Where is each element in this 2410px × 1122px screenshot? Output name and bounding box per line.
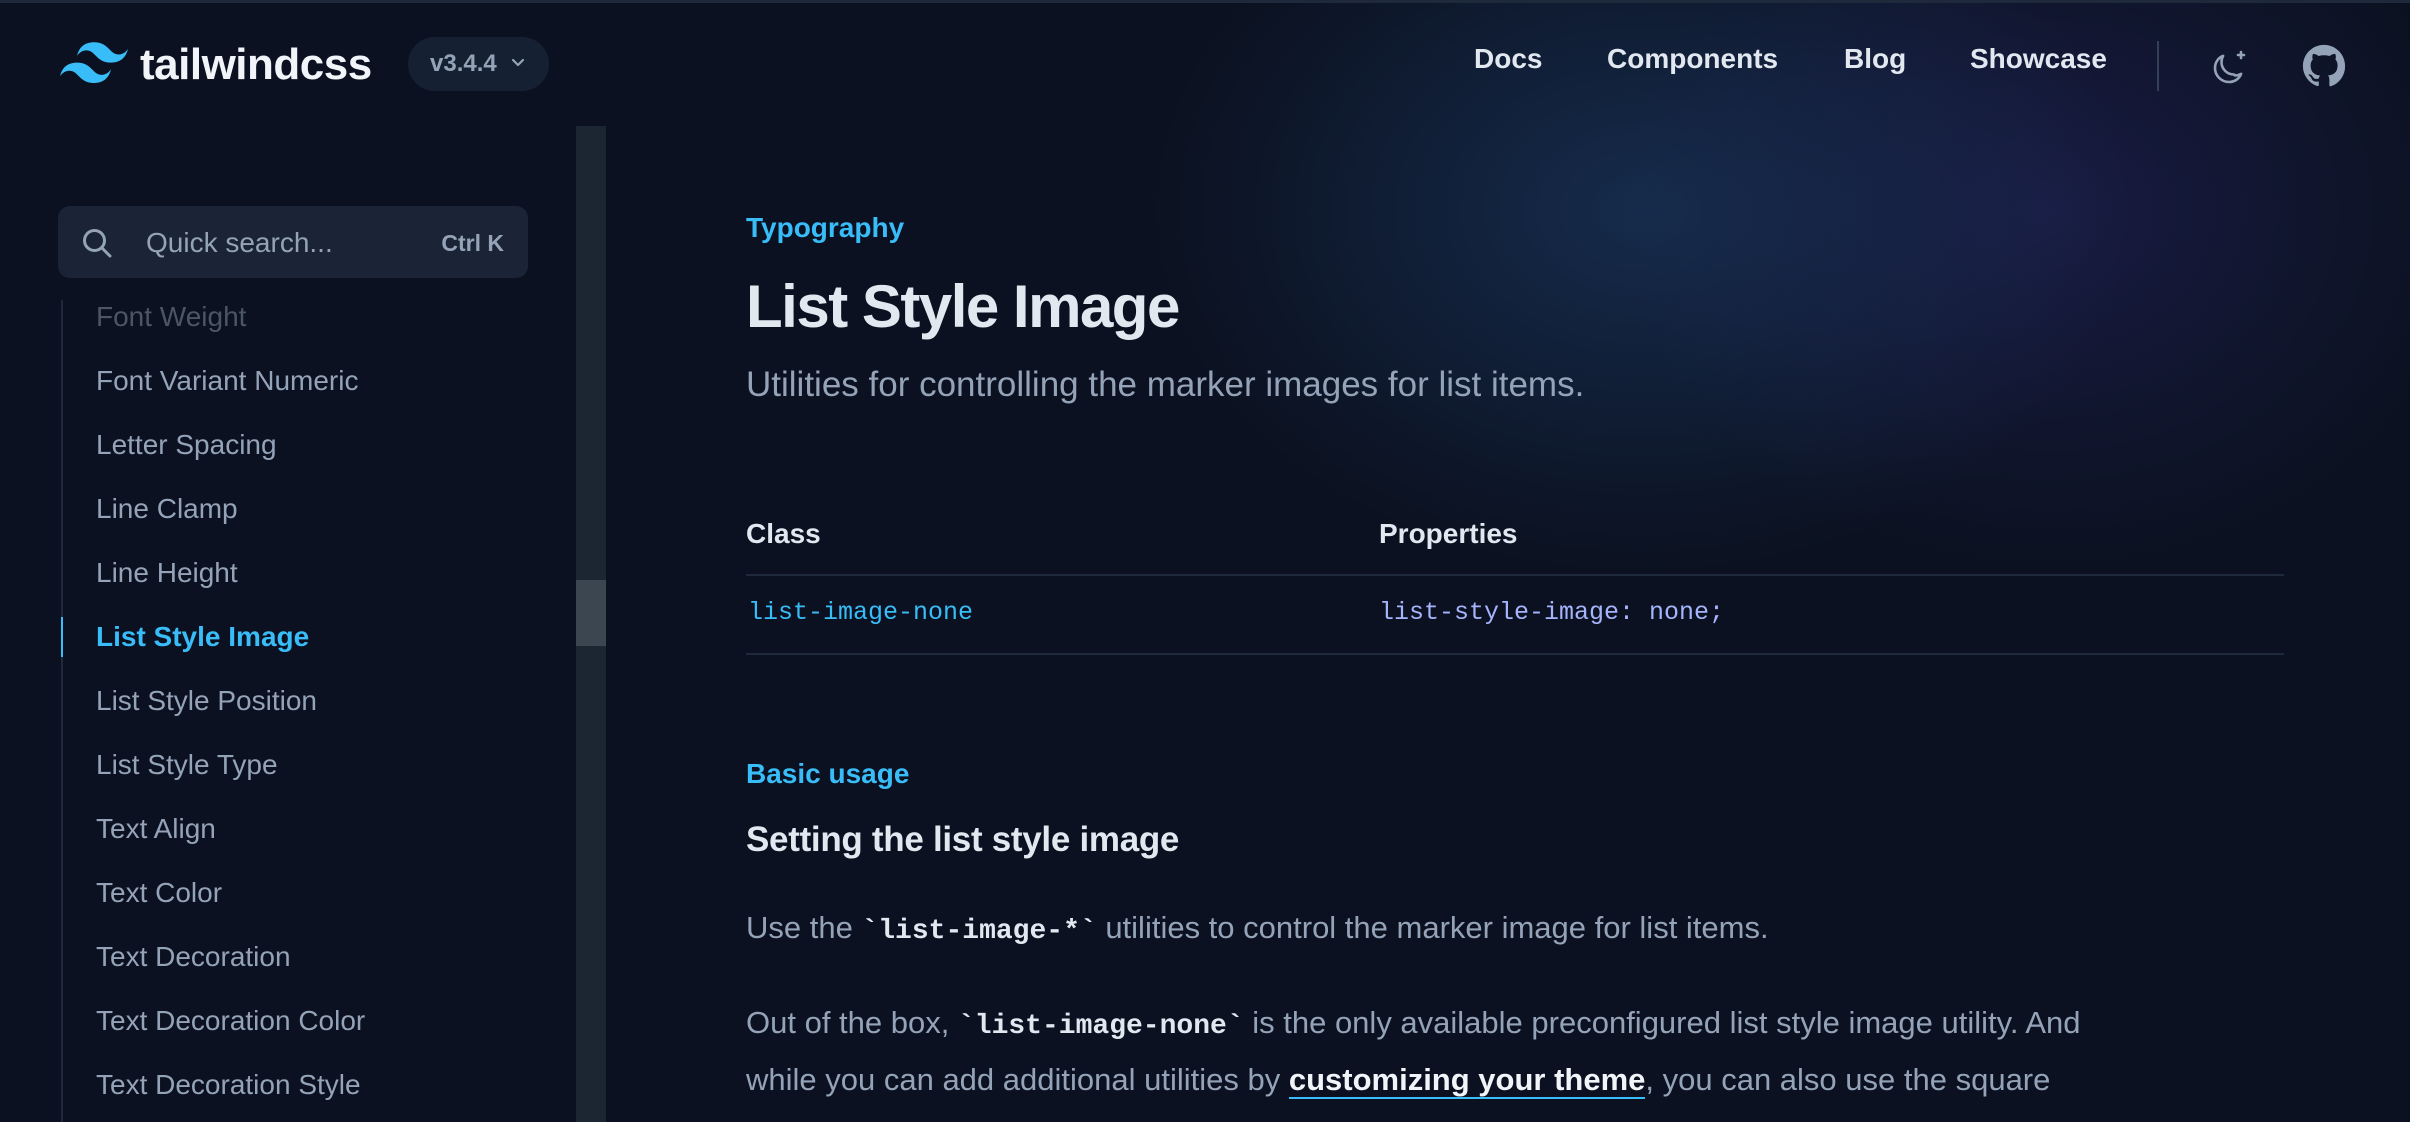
nav-docs[interactable]: Docs [1474, 43, 1542, 75]
sidebar-item-font-weight[interactable]: Font Weight [96, 297, 246, 337]
sidebar-item-list-style-position[interactable]: List Style Position [96, 681, 317, 721]
search-shortcut: Ctrl K [441, 230, 504, 256]
sidebar-active-marker [61, 617, 63, 657]
page-eyebrow: Typography [746, 212, 905, 243]
paragraph-intro-line-2: while you can add additional utilities b… [746, 1062, 2051, 1099]
table-header-class: Class [746, 518, 821, 549]
nav-components[interactable]: Components [1607, 43, 1778, 75]
table-header-divider [746, 574, 2284, 576]
github-icon[interactable] [2302, 44, 2346, 88]
inline-code: `list-image-*` [861, 916, 1097, 947]
sidebar-item-line-height[interactable]: Line Height [96, 553, 238, 593]
sidebar-item-text-color[interactable]: Text Color [96, 873, 222, 913]
nav-showcase[interactable]: Showcase [1970, 43, 2107, 75]
paragraph-text: Use the [746, 910, 862, 945]
search-placeholder: Quick search... [146, 227, 333, 258]
sidebar-item-text-decoration-color[interactable]: Text Decoration Color [96, 1001, 365, 1041]
sidebar-rail [61, 300, 63, 1122]
page-subtitle: Utilities for controlling the marker ima… [746, 365, 1585, 404]
logo-text: tailwindcss [140, 40, 372, 89]
logo-link[interactable]: tailwindcss [60, 35, 372, 95]
nav-divider [2157, 41, 2159, 91]
chevron-down-icon [509, 50, 527, 78]
customizing-theme-link[interactable]: customizing your theme [1288, 1062, 1646, 1099]
inline-code: `list-image-none` [957, 1011, 1244, 1042]
paragraph-usage: Use the `list-image-*` utilities to cont… [746, 910, 1769, 947]
sidebar-item-font-variant-numeric[interactable]: Font Variant Numeric [96, 361, 358, 401]
paragraph-text: utilities to control the marker image fo… [1096, 910, 1769, 945]
paragraph-text: Out of the box, [746, 1005, 958, 1040]
nav-blog[interactable]: Blog [1844, 43, 1906, 75]
sidebar-item-list-style-image[interactable]: List Style Image [96, 617, 309, 657]
page-title: List Style Image [746, 273, 1180, 340]
theme-toggle-icon[interactable] [2208, 44, 2252, 88]
version-dropdown[interactable]: v3.4.4 [408, 37, 549, 91]
section-title: Setting the list style image [746, 820, 1180, 859]
table-cell-properties: list-style-image: none; [1379, 598, 1725, 627]
sidebar-scrollbar-thumb[interactable] [576, 580, 606, 646]
paragraph-text: while you can add additional utilities b… [746, 1062, 1289, 1097]
version-label: v3.4.4 [430, 50, 497, 77]
paragraph-intro-line-1: Out of the box, `list-image-none` is the… [746, 1005, 2081, 1042]
paragraph-text: is the only available preconfigured list… [1243, 1005, 2081, 1040]
table-row-divider [746, 653, 2284, 655]
search-icon [80, 226, 114, 260]
table-header-properties: Properties [1379, 518, 1518, 549]
sidebar-item-list-style-type[interactable]: List Style Type [96, 745, 278, 785]
quick-search-button[interactable]: Quick search... Ctrl K [58, 206, 528, 278]
page: tailwindcss v3.4.4 Docs Components Blog … [0, 0, 2410, 1122]
sidebar-item-text-align[interactable]: Text Align [96, 809, 216, 849]
sidebar-item-line-clamp[interactable]: Line Clamp [96, 489, 238, 529]
paragraph-text: , you can also use the square [1645, 1062, 2051, 1097]
section-eyebrow: Basic usage [746, 758, 910, 789]
sidebar-item-text-decoration-style[interactable]: Text Decoration Style [96, 1065, 361, 1105]
sidebar-item-letter-spacing[interactable]: Letter Spacing [96, 425, 277, 465]
site-header: tailwindcss v3.4.4 Docs Components Blog … [0, 3, 2410, 123]
sidebar-item-text-decoration[interactable]: Text Decoration [96, 937, 291, 977]
table-cell-class: list-image-none [748, 598, 974, 627]
tailwind-logo-icon [60, 41, 128, 89]
